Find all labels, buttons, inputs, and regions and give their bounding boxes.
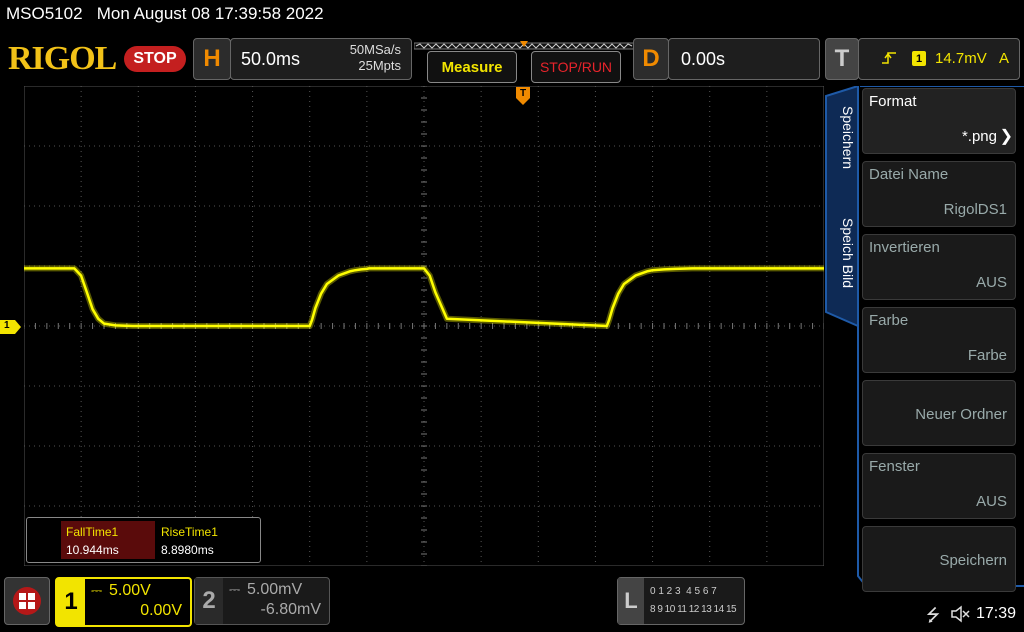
measurement-value: 8.8980ms <box>161 543 214 557</box>
trigger-letter: T <box>834 45 850 72</box>
logic-letter-badge: L <box>618 578 644 624</box>
model-name: MSO5102 <box>6 4 83 23</box>
trigger-source-badge: 1 <box>912 51 926 66</box>
menu-item-title: Datei Name <box>869 166 949 183</box>
ch1-number: 1 <box>64 588 78 615</box>
waveform-chart <box>23 85 825 567</box>
logic-letter: L <box>624 588 638 613</box>
measurement-name: FallTime1 <box>66 525 119 539</box>
menu-item-title: Format <box>869 93 917 110</box>
menu-item-neuer-ordner[interactable]: Neuer Ordner <box>862 380 1016 446</box>
chevron-right-icon: ❯ <box>999 128 1013 145</box>
logic-panel[interactable]: L 0 1 2 3 4 5 6 7 8 9 10 11 12 13 14 15 <box>617 577 745 625</box>
timebase-panel[interactable]: 50.0ms 50MSa/s 25Mpts <box>230 38 412 80</box>
measurement-fall-cell[interactable]: FallTime1 10.944ms <box>61 521 155 559</box>
measurement-value: 10.944ms <box>66 543 119 557</box>
trigger-position-marker[interactable]: T <box>515 86 531 106</box>
menu-item-value: Farbe <box>967 347 1007 364</box>
ch1-offset-marker[interactable]: 1 <box>0 320 22 334</box>
usb-icon: ⭍ <box>926 606 941 625</box>
menu-item-value: Neuer Ordner <box>915 406 1007 423</box>
stop-run-label: STOP/RUN <box>539 59 613 75</box>
status-line: MSO5102 Mon August 08 17:39:58 2022 <box>6 4 324 24</box>
menu-item-title: Fenster <box>869 458 920 475</box>
menu-item-value: *.png <box>961 128 997 145</box>
ch2-scale: 5.00mV <box>247 581 303 598</box>
delay-button[interactable]: D <box>633 38 669 80</box>
trigger-marker-label: T <box>519 88 527 99</box>
menu-item-datei-name[interactable]: Datei Name RigolDS1 <box>862 161 1016 227</box>
delay-value: 0.00s <box>681 49 726 69</box>
ch1-marker-label: 1 <box>4 320 10 331</box>
memory-bar-graphic <box>413 41 635 50</box>
delay-panel[interactable]: 0.00s <box>668 38 820 80</box>
stop-run-button[interactable]: STOP/RUN <box>531 51 621 83</box>
ch1-offset: 0.00V <box>140 602 182 619</box>
ch1-number-badge: 1 <box>57 579 85 625</box>
menu-item-fenster[interactable]: Fenster AUS <box>862 453 1016 519</box>
ch2-offset: -6.80mV <box>260 601 321 618</box>
horizontal-letter: H <box>203 45 221 72</box>
menu-item-title: Invertieren <box>869 239 940 256</box>
menu-item-farbe[interactable]: Farbe Farbe <box>862 307 1016 373</box>
memory-depth: 25Mpts <box>358 58 401 73</box>
waveform-display[interactable] <box>23 85 825 567</box>
trigger-level: 14.7mV <box>935 50 987 67</box>
dc-coupling-icon: ⎓ <box>229 581 241 597</box>
logic-channels-row2: 8 9 10 11 12 13 14 15 <box>650 604 737 615</box>
memory-position-bar <box>413 38 635 50</box>
tab-speich-bild[interactable]: Speich Bild <box>832 218 856 308</box>
rising-edge-icon <box>882 52 896 64</box>
grid-menu-icon <box>13 587 41 615</box>
ch2-panel[interactable]: 2 ⎓ 5.00mV -6.80mV <box>194 577 330 625</box>
datetime: Mon August 08 17:39:58 2022 <box>96 4 324 23</box>
ch2-number-badge: 2 <box>195 578 223 624</box>
delay-letter: D <box>642 45 660 72</box>
trigger-panel[interactable]: 1 14.7mV A <box>858 38 1020 80</box>
rigol-logo: RIGOL <box>8 40 117 77</box>
trigger-button[interactable]: T <box>825 38 859 80</box>
menu-item-value: AUS <box>976 493 1007 510</box>
menu-item-invertieren[interactable]: Invertieren AUS <box>862 234 1016 300</box>
tab-speichern[interactable]: Speichern <box>832 106 856 196</box>
measure-label: Measure <box>441 58 503 76</box>
measurement-panel[interactable]: FallTime1 10.944ms RiseTime1 8.8980ms <box>26 517 261 563</box>
horizontal-button[interactable]: H <box>193 38 231 80</box>
measurement-rise-cell[interactable]: RiseTime1 8.8980ms <box>157 521 255 559</box>
menu-item-value: Speichern <box>939 552 1007 569</box>
app-menu-button[interactable] <box>4 577 50 625</box>
sample-rate: 50MSa/s <box>349 42 401 57</box>
ch1-scale: 5.00V <box>109 582 151 599</box>
dc-coupling-icon: ⎓ <box>91 582 103 598</box>
logic-channels-row1: 0 1 2 3 4 5 6 7 <box>650 586 717 597</box>
timebase-scale: 50.0ms <box>241 49 301 69</box>
run-state-badge[interactable]: STOP <box>124 46 186 72</box>
speaker-muted-icon[interactable] <box>950 605 970 623</box>
ch1-panel[interactable]: 1 ⎓ 5.00V 0.00V <box>55 577 192 627</box>
menu-item-speichern[interactable]: Speichern <box>862 526 1016 592</box>
ch2-number: 2 <box>202 587 216 614</box>
menu-item-value: RigolDS1 <box>943 201 1007 218</box>
measurement-name: RiseTime1 <box>161 525 218 539</box>
measure-button[interactable]: Measure <box>427 51 517 83</box>
menu-item-value: AUS <box>976 274 1007 291</box>
trigger-mode: A <box>999 50 1010 67</box>
menu-item-format[interactable]: Format *.png ❯ <box>862 88 1016 154</box>
clock-time: 17:39 <box>976 605 1017 622</box>
menu-item-title: Farbe <box>869 312 909 329</box>
